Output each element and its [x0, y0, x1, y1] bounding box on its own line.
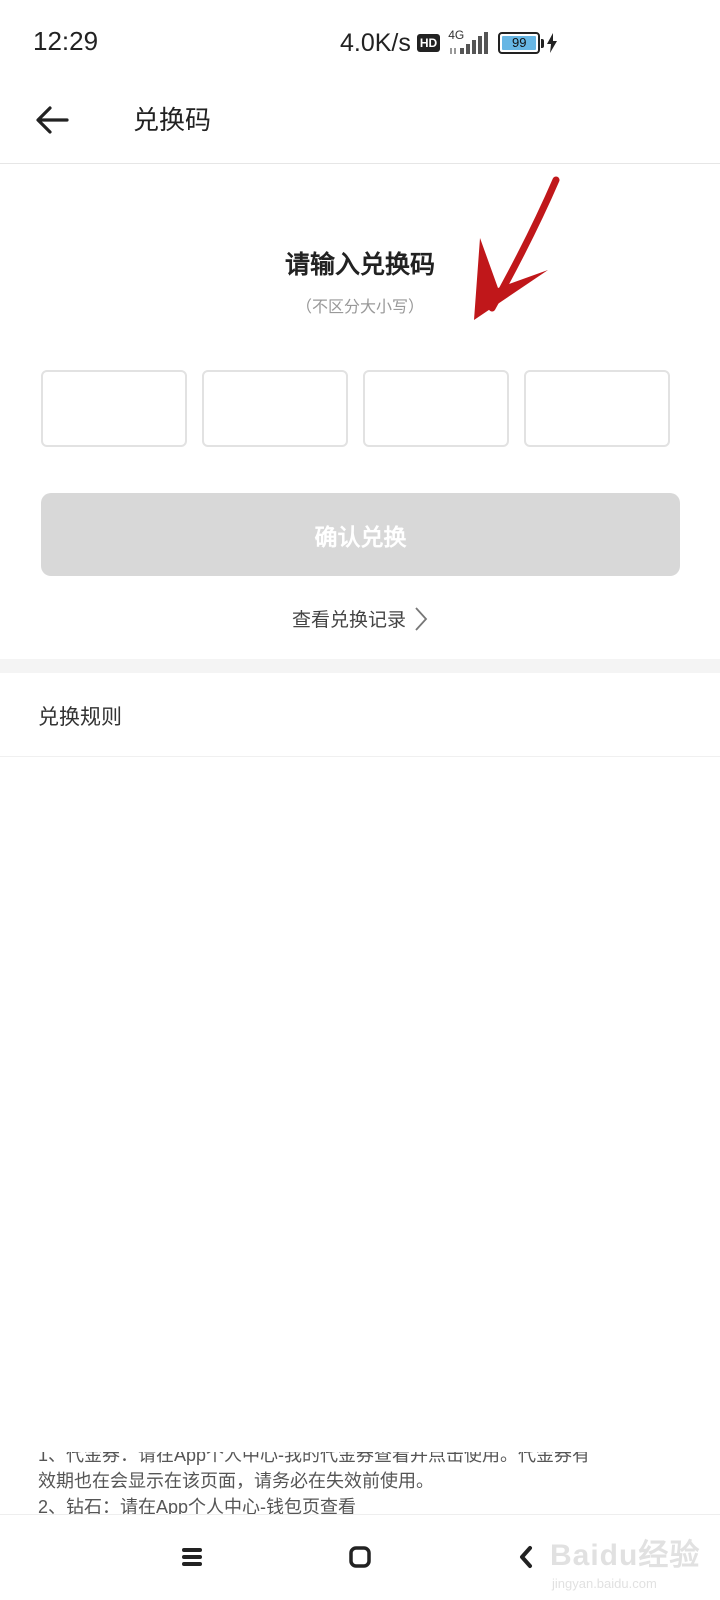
- section-divider: [0, 659, 720, 673]
- menu-button[interactable]: [170, 1535, 214, 1579]
- watermark-brand: Baidu经验: [550, 1539, 701, 1572]
- rules-body: 1、代金券：请在App个人中心-我的代金券查看并点击使用。代金券有 效期也在会显…: [38, 1452, 688, 1514]
- rules-line: 2、钻石：请在App个人中心-钱包页查看: [38, 1497, 357, 1514]
- status-time: 12:29: [33, 26, 99, 56]
- watermark-site: jingyan.baidu.com: [552, 1576, 657, 1591]
- code-input-1[interactable]: [41, 370, 187, 447]
- page-title: 兑换码: [133, 105, 212, 135]
- redeem-history-link[interactable]: 查看兑换记录: [0, 605, 720, 632]
- menu-icon: [182, 1548, 202, 1566]
- charging-icon: [547, 33, 558, 53]
- home-square-icon: [349, 1546, 371, 1568]
- arrow-left-icon: [36, 106, 69, 134]
- battery-level: 99: [502, 36, 537, 50]
- annotation-arrow: [474, 176, 560, 320]
- back-nav-button[interactable]: [504, 1535, 548, 1579]
- redeem-section: 请输入兑换码 （不区分大小写） 确认兑换 查看兑换记录: [0, 165, 720, 659]
- battery-icon: 99: [498, 32, 558, 54]
- signal-icon: 4G: [448, 28, 490, 58]
- network-speed: 4.0K/s: [340, 28, 411, 57]
- case-hint: （不区分大小写）: [295, 299, 424, 316]
- redeem-prompt: 请输入兑换码: [284, 251, 435, 279]
- network-type: 4G: [448, 28, 465, 42]
- back-button[interactable]: [30, 98, 74, 142]
- code-input-2[interactable]: [202, 370, 348, 447]
- app-bar: 兑换码: [0, 84, 720, 164]
- rules-line: 1、代金券：请在App个人中心-我的代金券查看并点击使用。代金券有: [38, 1452, 591, 1465]
- code-input-4[interactable]: [524, 370, 670, 447]
- baidu-watermark: Baidu经验 jingyan.baidu.com: [546, 1528, 716, 1596]
- hd-icon: HD: [416, 34, 441, 52]
- history-link-label: 查看兑换记录: [291, 610, 406, 631]
- chevron-right-icon: [415, 606, 428, 631]
- home-button[interactable]: [338, 1535, 382, 1579]
- chevron-left-icon: [520, 1546, 532, 1568]
- rules-header: 兑换规则: [0, 673, 720, 757]
- rules-line: 效期也在会显示在该页面，请务必在失效前使用。: [38, 1471, 434, 1491]
- status-bar: 12:29 4.0K/s HD 4G 99: [0, 0, 720, 84]
- rules-title: 兑换规则: [38, 706, 122, 729]
- code-input-3[interactable]: [363, 370, 509, 447]
- status-indicators: 4.0K/s HD 4G 99: [340, 26, 558, 60]
- confirm-redeem-button[interactable]: 确认兑换: [41, 493, 680, 576]
